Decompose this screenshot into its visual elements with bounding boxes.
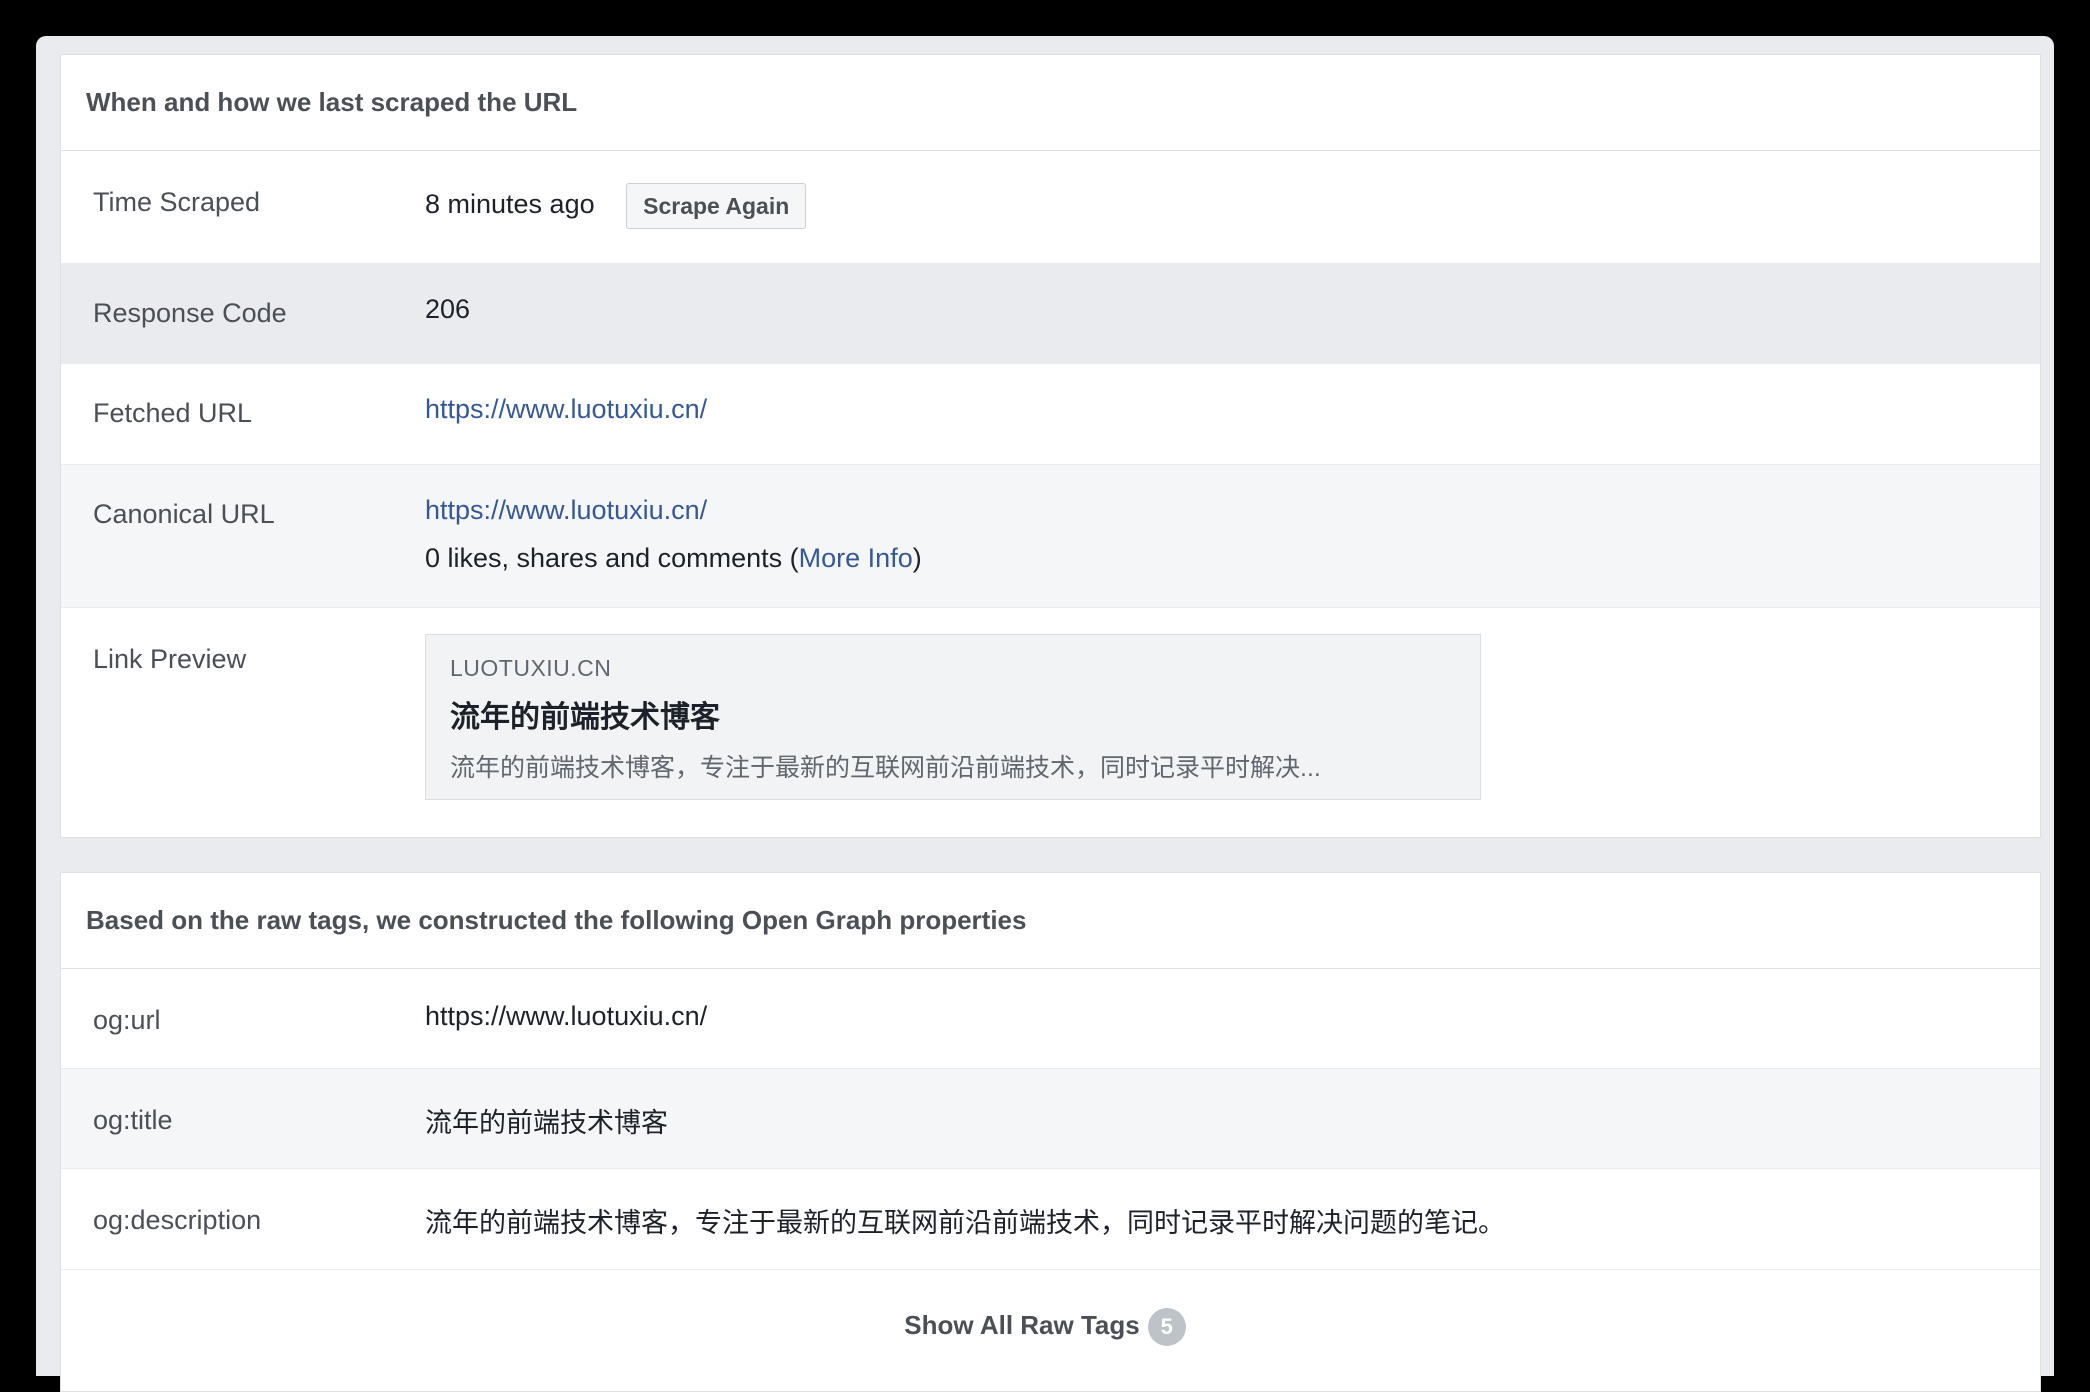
og-row-url: og:url https://www.luotuxiu.cn/ (61, 969, 2040, 1069)
og-description-label: og:description (93, 1205, 262, 1235)
link-preview-card[interactable]: LUOTUXIU.CN 流年的前端技术博客 流年的前端技术博客，专注于最新的互联… (425, 634, 1481, 800)
response-code-label: Response Code (93, 298, 287, 328)
row-response-code: Response Code 206 (61, 264, 2040, 364)
og-row-description: og:description 流年的前端技术博客，专注于最新的互联网前沿前端技术… (61, 1169, 2040, 1270)
scrape-panel-heading: When and how we last scraped the URL (61, 55, 2040, 151)
more-info-link[interactable]: More Info (799, 543, 913, 573)
row-canonical-url: Canonical URL https://www.luotuxiu.cn/ 0… (61, 465, 2040, 608)
time-scraped-label: Time Scraped (93, 187, 261, 217)
fetched-url-link[interactable]: https://www.luotuxiu.cn/ (425, 394, 707, 424)
og-url-label: og:url (93, 1005, 161, 1035)
time-scraped-value: 8 minutes ago (425, 189, 595, 220)
preview-domain: LUOTUXIU.CN (450, 655, 612, 681)
row-fetched-url: Fetched URL https://www.luotuxiu.cn/ (61, 364, 2040, 465)
canonical-url-label: Canonical URL (93, 499, 275, 529)
og-url-value: https://www.luotuxiu.cn/ (425, 1001, 708, 1031)
link-preview-label: Link Preview (93, 644, 247, 674)
response-code-value: 206 (425, 294, 471, 324)
canonical-url-link[interactable]: https://www.luotuxiu.cn/ (425, 495, 707, 525)
row-link-preview: Link Preview LUOTUXIU.CN 流年的前端技术博客 流年的前端… (61, 608, 2040, 838)
scrape-info-panel: When and how we last scraped the URL Tim… (60, 54, 2041, 838)
fetched-url-label: Fetched URL (93, 398, 253, 428)
og-panel-heading: Based on the raw tags, we constructed th… (61, 873, 2040, 969)
preview-description: 流年的前端技术博客，专注于最新的互联网前沿前端技术，同时记录平时解决... (450, 754, 1321, 782)
og-title-label: og:title (93, 1105, 173, 1135)
raw-tags-count-badge: 5 (1147, 1308, 1186, 1346)
row-time-scraped: Time Scraped 8 minutes ago Scrape Again (61, 151, 2040, 264)
show-all-raw-tags-button[interactable]: Show All Raw Tags 5 (36, 1308, 2054, 1346)
time-scraped-value-wrap: 8 minutes ago Scrape Again (425, 183, 807, 229)
debugger-container: When and how we last scraped the URL Tim… (36, 36, 2054, 1392)
preview-title: 流年的前端技术博客 (450, 701, 720, 734)
scrape-again-button[interactable]: Scrape Again (626, 183, 807, 229)
og-row-title: og:title 流年的前端技术博客 (61, 1069, 2040, 1169)
engagement-count: 0 likes, shares and comments (More Info) (425, 543, 922, 573)
og-title-value: 流年的前端技术博客 (425, 1108, 668, 1138)
og-description-value: 流年的前端技术博客，专注于最新的互联网前沿前端技术，同时记录平时解决问题的笔记。 (425, 1208, 1505, 1238)
